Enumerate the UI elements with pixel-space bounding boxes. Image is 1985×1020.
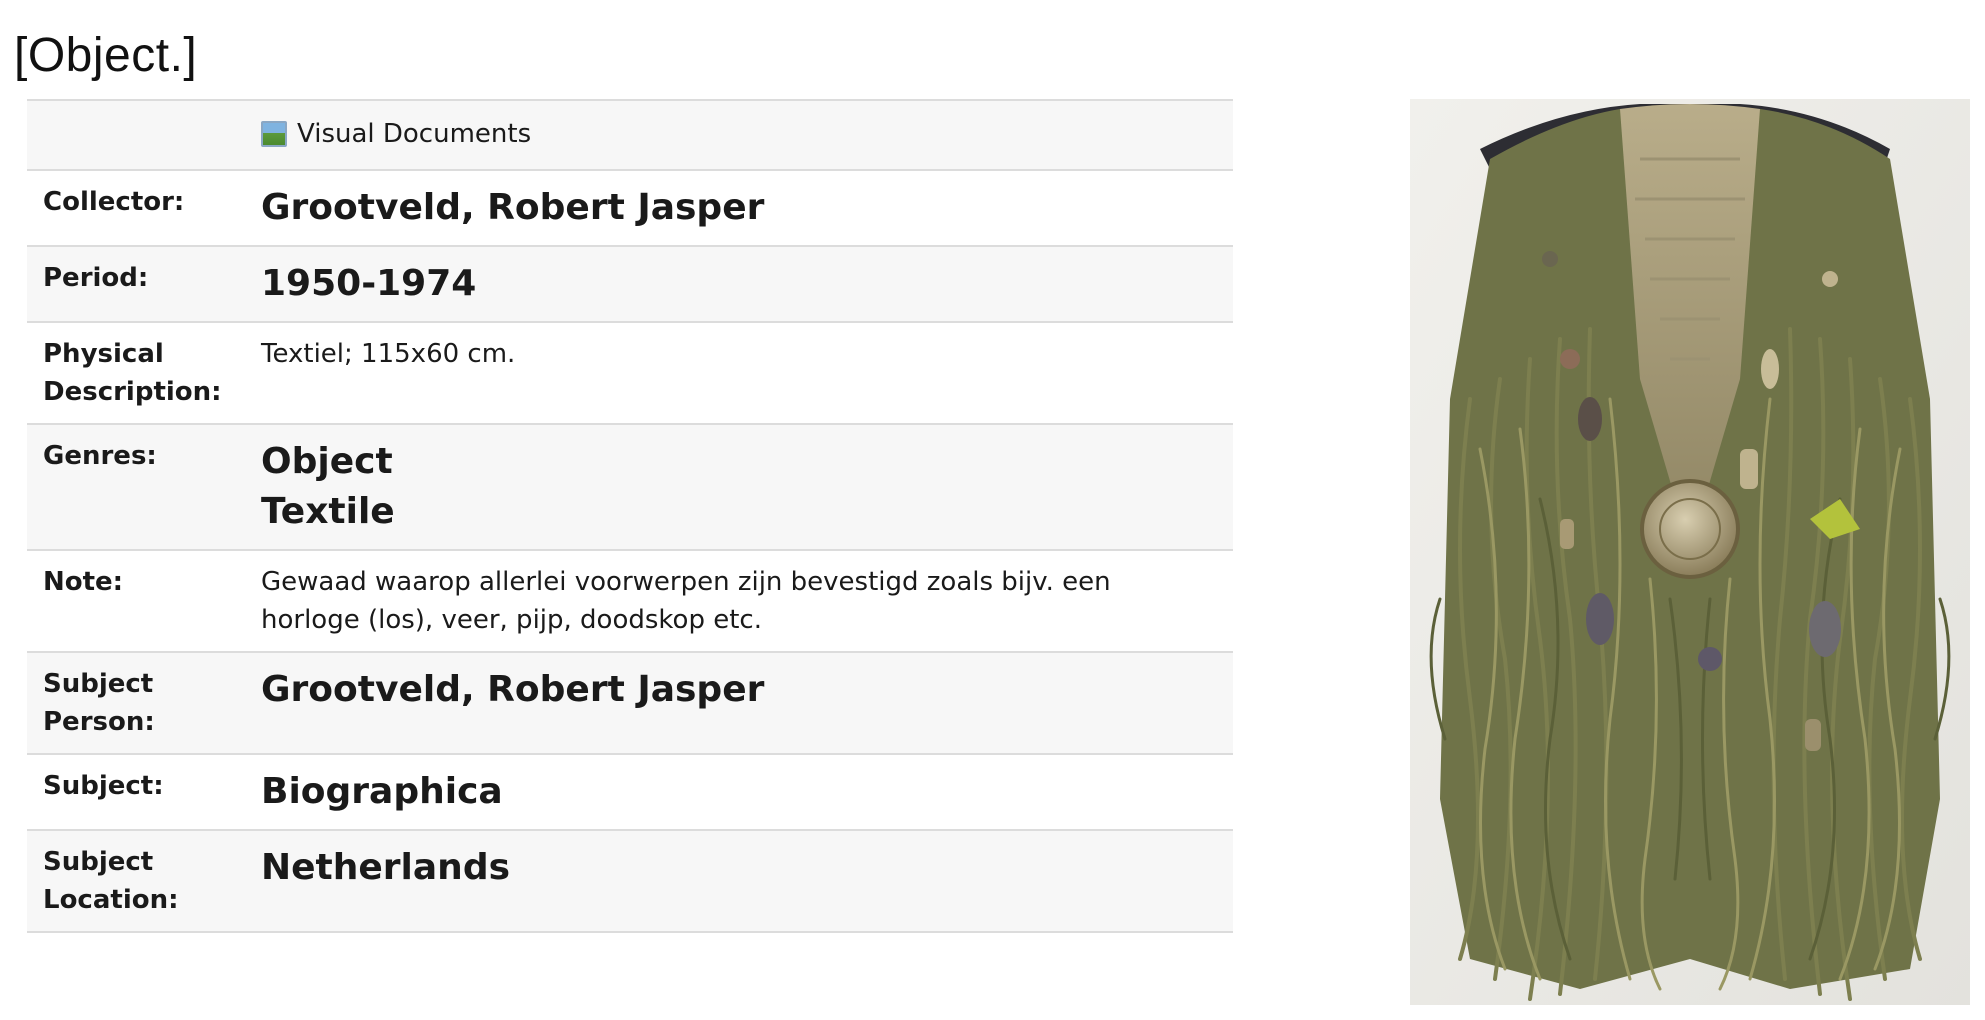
object-photo[interactable] [1410,99,1970,1005]
subject-person-label-line-1: Subject [43,669,154,699]
image-icon [261,121,287,147]
subject-person-value[interactable]: Grootveld, Robert Jasper [261,665,1217,715]
physical-description-label-line-2: Description: [43,377,222,407]
genres-cell: Object Textile [261,424,1233,550]
physical-description-value: Textiel; 115x60 cm. [261,339,516,369]
period-label: Period: [43,263,149,293]
collector-cell: Grootveld, Robert Jasper [261,170,1233,246]
table-row-subject-person: Subject Person: Grootveld, Robert Jasper [27,652,1233,754]
visual-documents-label: Visual Documents [297,119,532,149]
page-title: [Object.] [14,29,198,82]
textile-vest-image [1410,99,1970,1005]
subject-location-label-line-2: Location: [43,885,179,915]
table-row-period: Period: 1950-1974 [27,246,1233,322]
subject-location-label-line-1: Subject [43,847,154,877]
record-details-table: Visual Documents Collector: Grootveld, R… [27,99,1233,933]
period-cell: 1950-1974 [261,246,1233,322]
empty-label-cell [27,100,261,170]
table-row-physical-description: Physical Description: Textiel; 115x60 cm… [27,322,1233,424]
table-row-note: Note: Gewaad waarop allerlei voorwerpen … [27,550,1233,652]
visual-documents-link[interactable]: Visual Documents [261,115,531,153]
subject-person-label-line-2: Person: [43,707,155,737]
collector-value[interactable]: Grootveld, Robert Jasper [261,183,1217,233]
table-row-collector: Collector: Grootveld, Robert Jasper [27,170,1233,246]
subject-location-cell: Netherlands [261,830,1233,932]
genres-label: Genres: [43,441,157,471]
collector-label: Collector: [43,187,185,217]
subject-value[interactable]: Biographica [261,767,1217,817]
physical-description-label-line-1: Physical [43,339,164,369]
note-value-line-1: Gewaad waarop allerlei voorwerpen zijn b… [261,567,1111,597]
table-row-subject-location: Subject Location: Netherlands [27,830,1233,932]
genre-link-textile[interactable]: Textile [261,487,1217,537]
subject-person-cell: Grootveld, Robert Jasper [261,652,1233,754]
note-cell: Gewaad waarop allerlei voorwerpen zijn b… [261,550,1233,652]
table-row-subject: Subject: Biographica [27,754,1233,830]
period-value[interactable]: 1950-1974 [261,259,1217,309]
note-label: Note: [43,567,124,597]
subject-location-value[interactable]: Netherlands [261,843,1217,893]
subject-label: Subject: [43,771,164,801]
table-row-genres: Genres: Object Textile [27,424,1233,550]
subject-person-label: Subject Person: [27,652,261,754]
subject-cell: Biographica [261,754,1233,830]
physical-description-label: Physical Description: [27,322,261,424]
subject-location-label: Subject Location: [27,830,261,932]
note-value-line-2: horloge (los), veer, pijp, doodskop etc. [261,605,762,635]
table-row-visual-documents: Visual Documents [27,100,1233,170]
genre-link-object[interactable]: Object [261,437,1217,487]
visual-documents-cell: Visual Documents [261,100,1233,170]
physical-description-cell: Textiel; 115x60 cm. [261,322,1233,424]
